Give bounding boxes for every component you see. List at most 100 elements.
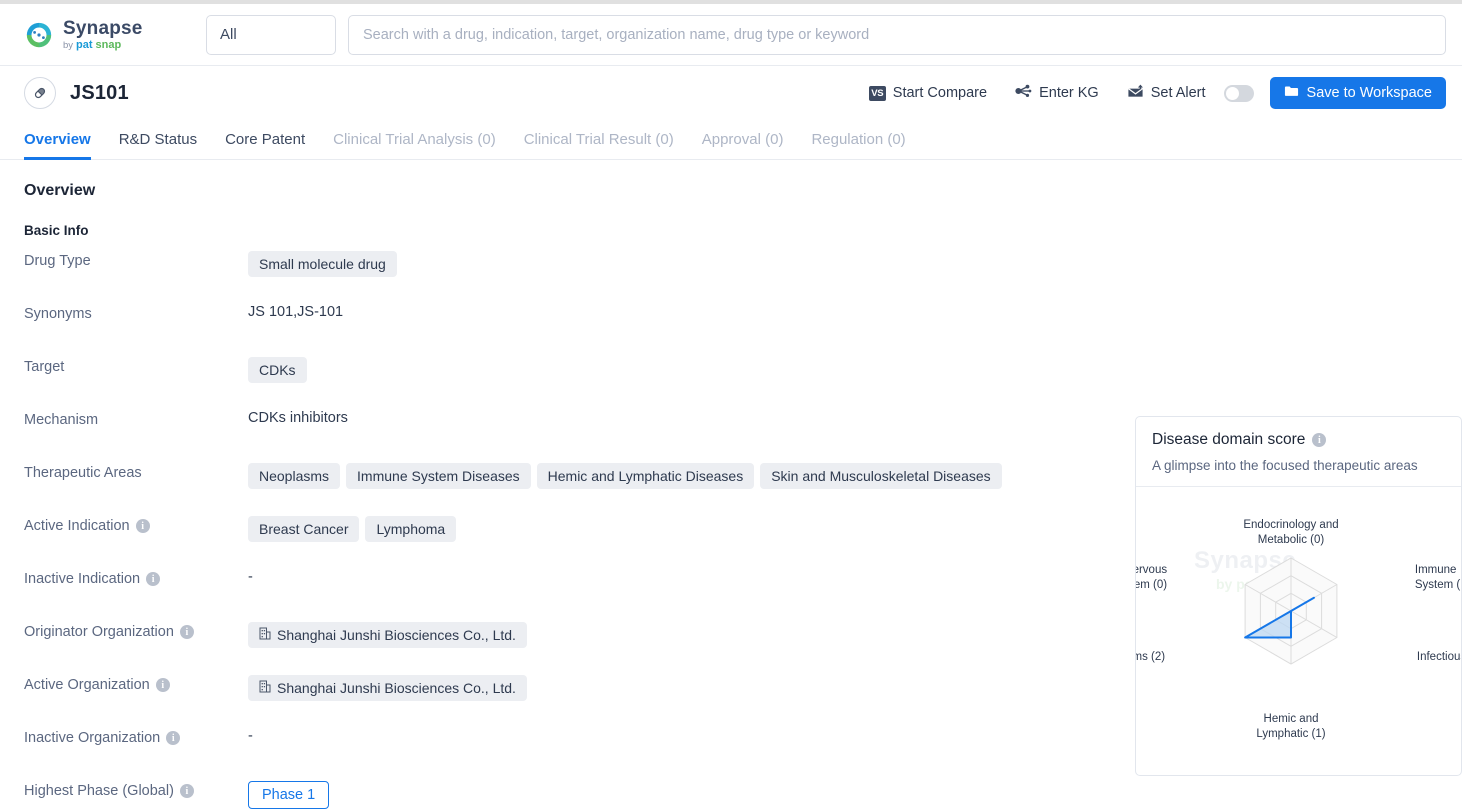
radar-card-subtitle: A glimpse into the focused therapeutic a… <box>1152 458 1445 473</box>
alert-mail-icon <box>1127 83 1144 103</box>
info-label: Inactive Organization i <box>24 727 248 746</box>
radar-chart: Synapse by patsnap Endocrinology andMeta… <box>1136 487 1461 762</box>
brand-snap: snap <box>96 40 122 51</box>
value-tag[interactable]: Breast Cancer <box>248 516 359 542</box>
save-to-workspace-label: Save to Workspace <box>1307 85 1432 101</box>
enter-kg-button[interactable]: Enter KG <box>1001 77 1113 109</box>
value-tag[interactable]: Skin and Musculoskeletal Diseases <box>760 463 1001 489</box>
info-icon[interactable]: i <box>166 731 180 745</box>
info-label-text: Mechanism <box>24 412 98 428</box>
info-icon[interactable]: i <box>180 625 194 639</box>
info-label: Highest Phase (Global) i <box>24 780 248 799</box>
info-value: JS 101,JS-101 <box>248 303 1438 320</box>
search-scope-select[interactable]: All <box>206 15 336 55</box>
tab-core-patent[interactable]: Core Patent <box>211 131 319 159</box>
start-compare-button[interactable]: VS Start Compare <box>855 77 1001 109</box>
info-value: Phase 1 <box>248 780 1438 809</box>
info-value: Small molecule drug <box>248 250 1438 277</box>
synapse-logo-icon <box>24 20 54 50</box>
tab-approval-0[interactable]: Approval (0) <box>688 131 798 159</box>
info-row: Synonyms JS 101,JS-101 <box>24 303 1438 356</box>
info-label-text: Inactive Organization <box>24 730 160 746</box>
info-value: CDKs <box>248 356 1438 383</box>
disease-domain-score-card: Disease domain score i A glimpse into th… <box>1135 416 1462 776</box>
info-icon[interactable]: i <box>146 572 160 586</box>
radar-axis-label: Neoplasms (2) <box>1135 650 1165 665</box>
organization-tag[interactable]: Shanghai Junshi Biosciences Co., Ltd. <box>248 622 527 648</box>
app-header: Synapse by patsnap All <box>0 4 1462 66</box>
basic-info-heading: Basic Info <box>24 223 1438 238</box>
info-label: Therapeutic Areas <box>24 462 248 481</box>
value-text: - <box>248 569 253 585</box>
set-alert-button[interactable]: Set Alert <box>1113 77 1220 109</box>
brand-pat: pat <box>76 40 93 51</box>
info-label-text: Originator Organization <box>24 624 174 640</box>
overview-body: Overview Basic Info Drug Type Small molec… <box>0 160 1462 811</box>
value-text: - <box>248 728 253 744</box>
info-label: Originator Organization i <box>24 621 248 640</box>
radar-axis-label: ImmuneSystem (1) <box>1415 563 1462 593</box>
brand-by: by <box>63 41 73 51</box>
app-page: Synapse by patsnap All <box>0 0 1462 811</box>
set-alert-toggle[interactable] <box>1224 85 1254 102</box>
info-icon[interactable]: i <box>136 519 150 533</box>
value-text: JS 101,JS-101 <box>248 304 343 320</box>
radar-axis-label: Endocrinology andMetabolic (0) <box>1226 518 1356 548</box>
brand-name: Synapse <box>63 19 143 38</box>
info-label: Target <box>24 356 248 375</box>
save-to-workspace-button[interactable]: Save to Workspace <box>1270 77 1446 109</box>
radar-axis-label: Infectious (0) <box>1417 650 1462 665</box>
set-alert-label: Set Alert <box>1151 85 1206 101</box>
header-actions: VS Start Compare Enter KG <box>855 77 1446 109</box>
organization-icon <box>259 680 271 696</box>
tab-bar: OverviewR&D StatusCore PatentClinical Tr… <box>0 120 1462 160</box>
search-scope-value: All <box>220 26 237 43</box>
info-label: Drug Type <box>24 250 248 269</box>
organization-tag[interactable]: Shanghai Junshi Biosciences Co., Ltd. <box>248 675 527 701</box>
value-tag[interactable]: Neoplasms <box>248 463 340 489</box>
value-tag[interactable]: Small molecule drug <box>248 251 397 277</box>
value-tag[interactable]: Immune System Diseases <box>346 463 531 489</box>
enter-kg-label: Enter KG <box>1039 85 1099 101</box>
drug-title-row: JS101 VS Start Compare <box>0 66 1462 120</box>
info-label-text: Active Indication <box>24 518 130 534</box>
overview-heading: Overview <box>24 182 1438 200</box>
value-tag[interactable]: Lymphoma <box>365 516 456 542</box>
organization-icon <box>259 627 271 643</box>
tab-clinical-trial-analysis-0[interactable]: Clinical Trial Analysis (0) <box>319 131 510 159</box>
info-label-text: Target <box>24 359 64 375</box>
value-tag[interactable]: CDKs <box>248 357 307 383</box>
tab-clinical-trial-result-0[interactable]: Clinical Trial Result (0) <box>510 131 688 159</box>
radar-card-title: Disease domain score i <box>1152 431 1445 449</box>
info-label: Inactive Indication i <box>24 568 248 587</box>
info-icon[interactable]: i <box>180 784 194 798</box>
info-icon[interactable]: i <box>156 678 170 692</box>
value-tag[interactable]: Hemic and Lymphatic Diseases <box>537 463 755 489</box>
pill-icon <box>24 77 56 109</box>
info-label: Active Organizationi <box>24 674 248 693</box>
info-label-text: Inactive Indication <box>24 571 140 587</box>
versus-icon: VS <box>869 86 886 101</box>
organization-name: Shanghai Junshi Biosciences Co., Ltd. <box>277 680 516 696</box>
info-row: Drug Type Small molecule drug <box>24 250 1438 303</box>
info-label-text: Highest Phase (Global) <box>24 783 174 799</box>
info-label-text: Therapeutic Areas <box>24 465 142 481</box>
info-label-text: Synonyms <box>24 306 92 322</box>
highest-phase-tag[interactable]: Phase 1 <box>248 781 329 809</box>
brand-logo[interactable]: Synapse by patsnap <box>24 19 184 51</box>
folder-icon <box>1284 84 1299 102</box>
search-box[interactable] <box>348 15 1446 55</box>
tab-regulation-0[interactable]: Regulation (0) <box>797 131 919 159</box>
start-compare-label: Start Compare <box>893 85 987 101</box>
info-icon[interactable]: i <box>1312 433 1326 447</box>
search-input[interactable] <box>363 27 1431 43</box>
info-label-text: Drug Type <box>24 253 91 269</box>
knowledge-graph-icon <box>1015 83 1032 103</box>
radar-axis-label: Hemic andLymphatic (1) <box>1226 712 1356 742</box>
radar-title-text: Disease domain score <box>1152 431 1305 449</box>
radar-axis-label: NervousSystem (0) <box>1135 563 1167 593</box>
info-row: Highest Phase (Global) i Phase 1 <box>24 780 1438 811</box>
info-row: Target CDKs <box>24 356 1438 409</box>
tab-overview[interactable]: Overview <box>24 131 105 159</box>
tab-r-d-status[interactable]: R&D Status <box>105 131 211 159</box>
